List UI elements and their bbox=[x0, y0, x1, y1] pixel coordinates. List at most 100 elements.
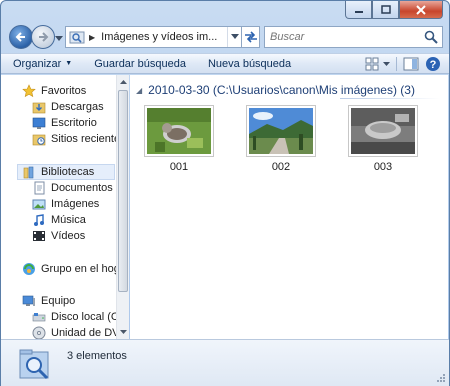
address-row: ▶ Imágenes y vídeos im... bbox=[7, 25, 443, 51]
music-icon bbox=[31, 212, 47, 228]
refresh-button[interactable] bbox=[242, 26, 260, 48]
file-view: ◢ 2010-03-30 (C:\Usuarios\canon\Mis imág… bbox=[130, 75, 448, 339]
minimize-button[interactable] bbox=[345, 1, 372, 19]
address-path[interactable]: Imágenes y vídeos im... bbox=[101, 31, 227, 43]
nav-dvd-drive[interactable]: Unidad de DVD (I bbox=[31, 325, 128, 339]
nav-label: Equipo bbox=[41, 295, 76, 307]
nav-scrollbar[interactable] bbox=[116, 75, 129, 339]
collapse-triangle-icon[interactable]: ◢ bbox=[136, 86, 142, 95]
dvd-drive-icon bbox=[31, 325, 47, 339]
address-dropdown-button[interactable] bbox=[227, 27, 241, 47]
caption-buttons bbox=[345, 1, 443, 19]
chevron-down-icon bbox=[230, 34, 239, 39]
search-input[interactable] bbox=[265, 28, 423, 46]
forward-button[interactable] bbox=[31, 25, 55, 49]
nav-label: Música bbox=[51, 214, 86, 226]
maximize-icon bbox=[380, 5, 391, 14]
nav-favorites[interactable]: Favoritos bbox=[21, 83, 86, 99]
file-name: 001 bbox=[169, 161, 189, 173]
file-item[interactable]: 001 bbox=[144, 105, 214, 173]
search-icon[interactable] bbox=[423, 29, 439, 45]
help-button[interactable]: ? bbox=[425, 56, 441, 72]
nav-label: Vídeos bbox=[51, 230, 86, 242]
maximize-button[interactable] bbox=[372, 1, 399, 19]
close-button[interactable] bbox=[399, 1, 443, 19]
breadcrumb-separator-icon[interactable]: ▶ bbox=[89, 33, 95, 42]
arrow-left-icon bbox=[15, 32, 25, 42]
star-icon bbox=[21, 83, 37, 99]
address-bar[interactable]: ▶ Imágenes y vídeos im... bbox=[65, 26, 242, 48]
nav-desktop[interactable]: Escritorio bbox=[31, 115, 97, 131]
pictures-icon bbox=[31, 196, 47, 212]
preview-pane-button[interactable] bbox=[403, 56, 419, 72]
nav-label: Descargas bbox=[51, 101, 104, 113]
organize-label: Organizar bbox=[13, 57, 62, 70]
navigation-pane: Favoritos Descargas Escritorio Sitios re… bbox=[1, 75, 129, 339]
organize-button[interactable]: Organizar ▼ bbox=[13, 58, 72, 70]
photo-thumbnail bbox=[246, 105, 316, 157]
item-count: 3 elementos bbox=[67, 350, 127, 362]
nav-label: Imágenes bbox=[51, 198, 100, 210]
file-item[interactable]: 003 bbox=[348, 105, 418, 173]
nav-music[interactable]: Música bbox=[31, 212, 86, 228]
close-icon bbox=[416, 4, 426, 15]
back-button[interactable] bbox=[9, 25, 33, 49]
scroll-down-button[interactable] bbox=[117, 325, 129, 339]
recent-places-icon bbox=[31, 131, 47, 147]
desktop-icon bbox=[31, 115, 47, 131]
nav-recent-places[interactable]: Sitios recientes bbox=[31, 131, 126, 147]
chevron-down-icon bbox=[382, 61, 390, 66]
nav-local-disk[interactable]: Disco local (C:) bbox=[31, 309, 126, 325]
change-view-button[interactable] bbox=[365, 56, 381, 72]
downloads-folder-icon bbox=[31, 99, 47, 115]
recent-pages-dropdown-icon[interactable] bbox=[55, 34, 63, 42]
photo-thumbnail bbox=[348, 105, 418, 157]
nav-documents[interactable]: Documentos bbox=[31, 180, 113, 196]
command-bar: Organizar ▼ Guardar búsqueda Nueva búsqu… bbox=[1, 53, 449, 74]
arrow-right-icon bbox=[39, 32, 49, 42]
libraries-icon bbox=[21, 164, 37, 180]
group-divider bbox=[340, 98, 440, 99]
group-header[interactable]: ◢ 2010-03-30 (C:\Usuarios\canon\Mis imág… bbox=[136, 83, 440, 97]
search-box[interactable] bbox=[264, 26, 443, 48]
help-icon: ? bbox=[426, 57, 440, 71]
photo-bowl-grayscale-icon bbox=[351, 108, 415, 154]
save-search-label: Guardar búsqueda bbox=[94, 57, 186, 70]
minimize-icon bbox=[354, 10, 363, 13]
search-folder-icon bbox=[19, 349, 49, 380]
file-name: 002 bbox=[271, 161, 291, 173]
nav-downloads[interactable]: Descargas bbox=[31, 99, 104, 115]
photo-mountain-road-icon bbox=[249, 108, 313, 154]
nav-libraries[interactable]: Bibliotecas bbox=[17, 164, 115, 180]
resize-grip-icon[interactable] bbox=[436, 373, 446, 383]
toolbar-divider bbox=[396, 57, 397, 71]
documents-icon bbox=[31, 180, 47, 196]
nav-homegroup[interactable]: Grupo en el hogar bbox=[21, 261, 128, 277]
file-item[interactable]: 002 bbox=[246, 105, 316, 173]
view-options-icon bbox=[365, 57, 379, 71]
view-dropdown-button[interactable] bbox=[382, 56, 390, 72]
photo-cat-grass-icon bbox=[147, 108, 211, 154]
nav-label: Bibliotecas bbox=[41, 166, 95, 178]
nav-label: Disco local (C:) bbox=[51, 311, 126, 323]
save-search-button[interactable]: Guardar búsqueda bbox=[94, 58, 186, 70]
nav-videos[interactable]: Vídeos bbox=[31, 228, 85, 244]
refresh-icon bbox=[244, 31, 257, 43]
scroll-up-button[interactable] bbox=[117, 75, 129, 89]
homegroup-icon bbox=[21, 261, 37, 277]
nav-pictures[interactable]: Imágenes bbox=[31, 196, 99, 212]
preview-pane-icon bbox=[403, 57, 419, 71]
chevron-up-icon bbox=[119, 79, 127, 84]
photo-thumbnail bbox=[144, 105, 214, 157]
new-search-button[interactable]: Nueva búsqueda bbox=[208, 58, 291, 70]
chevron-down-icon bbox=[119, 329, 127, 334]
chevron-down-icon: ▼ bbox=[65, 60, 73, 67]
toolbar-right-group: ? bbox=[359, 56, 441, 72]
nav-computer[interactable]: Equipo bbox=[21, 293, 75, 309]
nav-label: Favoritos bbox=[41, 85, 87, 97]
hard-drive-icon bbox=[31, 309, 47, 325]
file-name: 003 bbox=[373, 161, 393, 173]
svg-text:?: ? bbox=[430, 59, 437, 71]
computer-icon bbox=[21, 293, 37, 309]
scroll-thumb[interactable] bbox=[118, 90, 128, 292]
